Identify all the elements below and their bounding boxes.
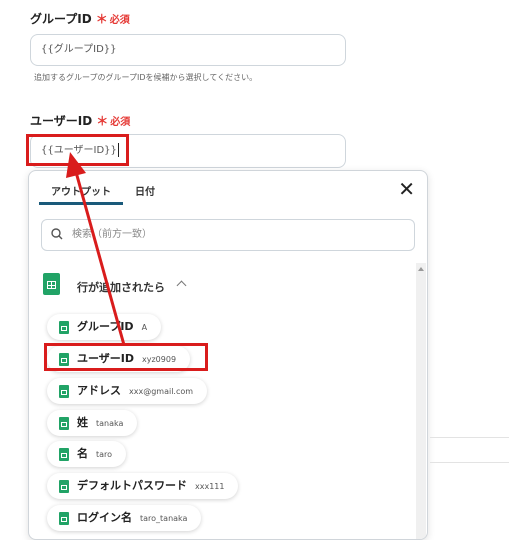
annotation-arrow [66, 152, 126, 346]
